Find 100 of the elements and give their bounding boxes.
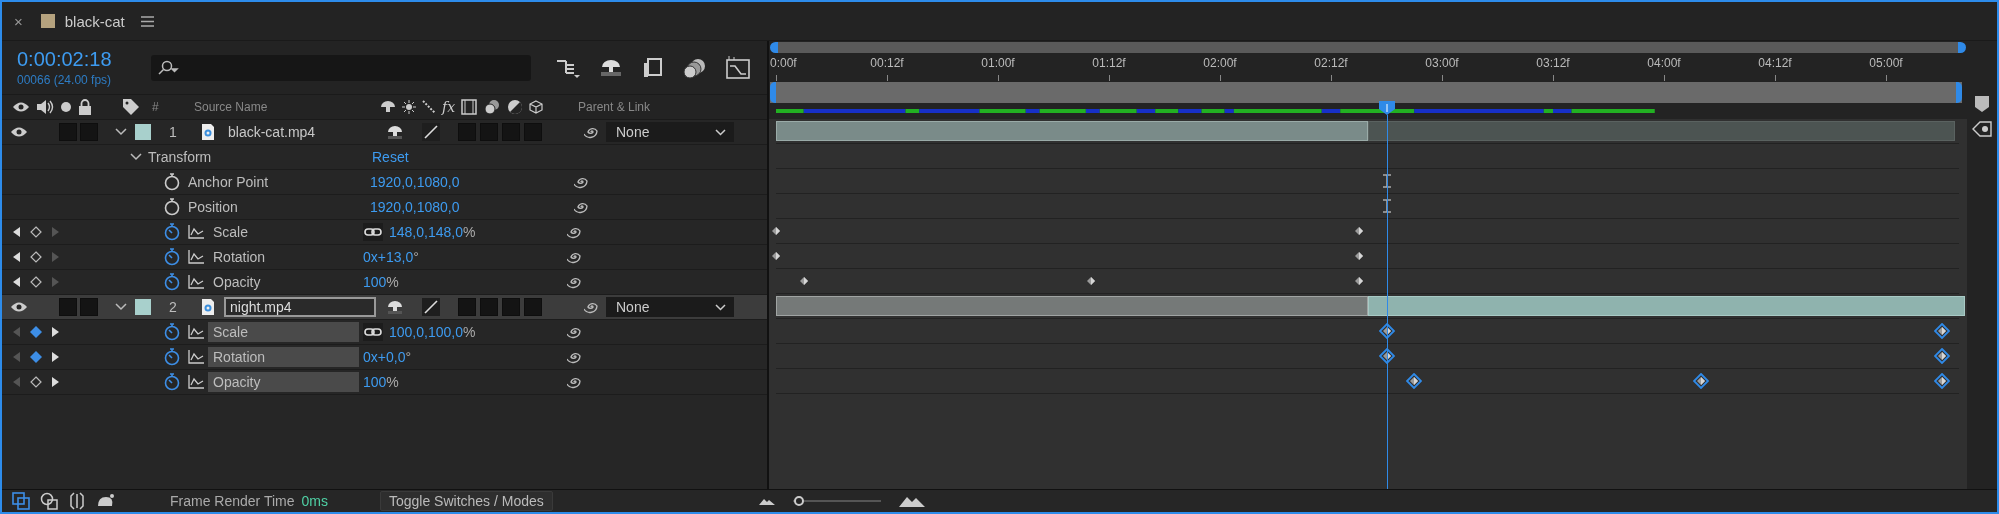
composition-tab[interactable]: black-cat bbox=[64, 12, 125, 30]
layer-name[interactable]: black-cat.mp4 bbox=[224, 122, 376, 142]
film-icon[interactable] bbox=[461, 99, 478, 115]
property-name[interactable]: Position bbox=[186, 197, 366, 217]
quality-icon[interactable] bbox=[422, 100, 436, 114]
previous-keyframe-icon[interactable] bbox=[13, 227, 21, 237]
switch-box[interactable] bbox=[502, 298, 520, 316]
keyframe[interactable] bbox=[1693, 373, 1709, 389]
group-name[interactable]: Transform bbox=[148, 149, 372, 165]
property-value[interactable]: 148,0,148,0 bbox=[389, 224, 463, 240]
switch-box[interactable] bbox=[458, 123, 476, 141]
stopwatch-icon[interactable] bbox=[164, 373, 180, 391]
keyframe[interactable] bbox=[1933, 373, 1950, 389]
column-header[interactable]: Parent & Link bbox=[578, 100, 651, 114]
keyframe-toggle-icon[interactable] bbox=[30, 226, 42, 238]
solo-toggle[interactable] bbox=[59, 298, 77, 316]
motion-blur-icon[interactable] bbox=[483, 99, 502, 115]
quality-icon[interactable] bbox=[422, 298, 440, 316]
graph-icon[interactable] bbox=[188, 375, 204, 389]
property-value[interactable]: 1920,0,1080,0 bbox=[370, 199, 460, 215]
eye-icon[interactable] bbox=[10, 126, 28, 138]
speaker-icon[interactable] bbox=[36, 99, 54, 115]
lock-toggle[interactable] bbox=[80, 123, 98, 141]
property-name[interactable]: Scale bbox=[208, 222, 359, 242]
property-value[interactable]: 1920,0,1080,0 bbox=[370, 174, 460, 190]
keyframe[interactable] bbox=[1933, 348, 1950, 364]
transfer-icon[interactable] bbox=[40, 492, 58, 510]
link-icon[interactable] bbox=[363, 223, 383, 241]
label-color-swatch[interactable] bbox=[135, 299, 151, 315]
property-value[interactable]: 100 bbox=[363, 374, 387, 390]
stopwatch-icon[interactable] bbox=[164, 323, 180, 341]
stopwatch-icon[interactable] bbox=[164, 173, 180, 191]
toggle-modes-button[interactable]: Toggle Switches / Modes bbox=[379, 491, 553, 511]
graph-icon[interactable] bbox=[188, 225, 204, 239]
switch-box[interactable] bbox=[480, 123, 498, 141]
stopwatch-icon[interactable] bbox=[164, 198, 180, 216]
switch-box[interactable] bbox=[502, 123, 520, 141]
chevron-icon[interactable] bbox=[115, 303, 127, 311]
eye-icon[interactable] bbox=[12, 101, 30, 113]
solo-toggle[interactable] bbox=[59, 123, 77, 141]
layers-icon[interactable] bbox=[12, 492, 30, 510]
frame-blend-icon[interactable] bbox=[641, 56, 665, 79]
sun-icon[interactable] bbox=[402, 100, 416, 114]
brackets-icon[interactable] bbox=[68, 492, 86, 510]
adjustment-icon[interactable] bbox=[507, 99, 524, 115]
property-value[interactable]: 100 bbox=[363, 274, 387, 290]
comp-button-icon[interactable] bbox=[1972, 121, 1992, 137]
lock-icon[interactable] bbox=[78, 99, 92, 115]
property-name[interactable]: Rotation bbox=[208, 347, 359, 367]
keyframe-toggle-icon[interactable] bbox=[30, 251, 42, 263]
next-keyframe-icon[interactable] bbox=[51, 377, 59, 387]
eye-icon[interactable] bbox=[10, 301, 28, 313]
keyframe-toggle-icon[interactable] bbox=[30, 276, 42, 288]
keyframe-toggle-icon[interactable] bbox=[30, 351, 42, 363]
link-icon[interactable] bbox=[363, 323, 383, 341]
motion-blur-icon[interactable] bbox=[682, 56, 708, 79]
keyframe[interactable] bbox=[1406, 373, 1423, 389]
playhead[interactable] bbox=[1378, 101, 1395, 115]
current-time[interactable]: 0:00:02:18 bbox=[17, 48, 147, 71]
layer-name-field[interactable]: night.mp4 bbox=[224, 297, 376, 317]
property-name[interactable]: Rotation bbox=[208, 247, 359, 267]
property-name[interactable]: Opacity bbox=[208, 372, 359, 392]
lock-toggle[interactable] bbox=[80, 298, 98, 316]
keyframe-toggle-icon[interactable] bbox=[30, 376, 42, 388]
tag-icon[interactable] bbox=[122, 98, 140, 116]
effects-column-header[interactable]: fx bbox=[442, 99, 456, 115]
property-value[interactable]: 100,0,100,0 bbox=[389, 324, 463, 340]
close-button[interactable]: × bbox=[14, 12, 23, 30]
shy-icon[interactable] bbox=[386, 299, 404, 315]
marker-icon[interactable] bbox=[1974, 95, 1990, 113]
previous-keyframe-icon[interactable] bbox=[13, 252, 21, 262]
stopwatch-icon[interactable] bbox=[164, 273, 180, 291]
previous-keyframe-icon[interactable] bbox=[13, 277, 21, 287]
zoom-out-icon[interactable] bbox=[758, 497, 775, 505]
shy-icon[interactable] bbox=[380, 100, 396, 114]
chevron-icon[interactable] bbox=[115, 128, 127, 136]
next-keyframe-icon[interactable] bbox=[51, 327, 59, 337]
stopwatch-icon[interactable] bbox=[164, 348, 180, 366]
graph-editor-icon[interactable] bbox=[725, 55, 751, 80]
switch-box[interactable] bbox=[480, 298, 498, 316]
property-name[interactable]: Anchor Point bbox=[186, 172, 366, 192]
shy-icon[interactable] bbox=[386, 124, 404, 140]
zoom-in-icon[interactable] bbox=[898, 495, 925, 507]
property-value[interactable]: 0x+13,0 bbox=[363, 249, 414, 265]
solo-icon[interactable] bbox=[60, 101, 72, 113]
property-name[interactable]: Scale bbox=[208, 322, 359, 342]
column-header[interactable]: Source Name bbox=[194, 100, 380, 114]
graph-icon[interactable] bbox=[188, 325, 204, 339]
switch-box[interactable] bbox=[524, 123, 542, 141]
property-name[interactable]: Opacity bbox=[208, 272, 359, 292]
parent-dropdown[interactable]: None bbox=[606, 122, 734, 142]
graph-icon[interactable] bbox=[188, 250, 204, 264]
keyframe[interactable] bbox=[1933, 323, 1950, 339]
cube-icon[interactable] bbox=[529, 100, 544, 114]
graph-icon[interactable] bbox=[188, 350, 204, 364]
graph-icon[interactable] bbox=[188, 275, 204, 289]
column-header[interactable]: # bbox=[152, 100, 194, 114]
next-keyframe-icon[interactable] bbox=[51, 352, 59, 362]
property-value[interactable]: 0x+0,0 bbox=[363, 349, 406, 365]
reset-link[interactable]: Reset bbox=[372, 149, 409, 165]
